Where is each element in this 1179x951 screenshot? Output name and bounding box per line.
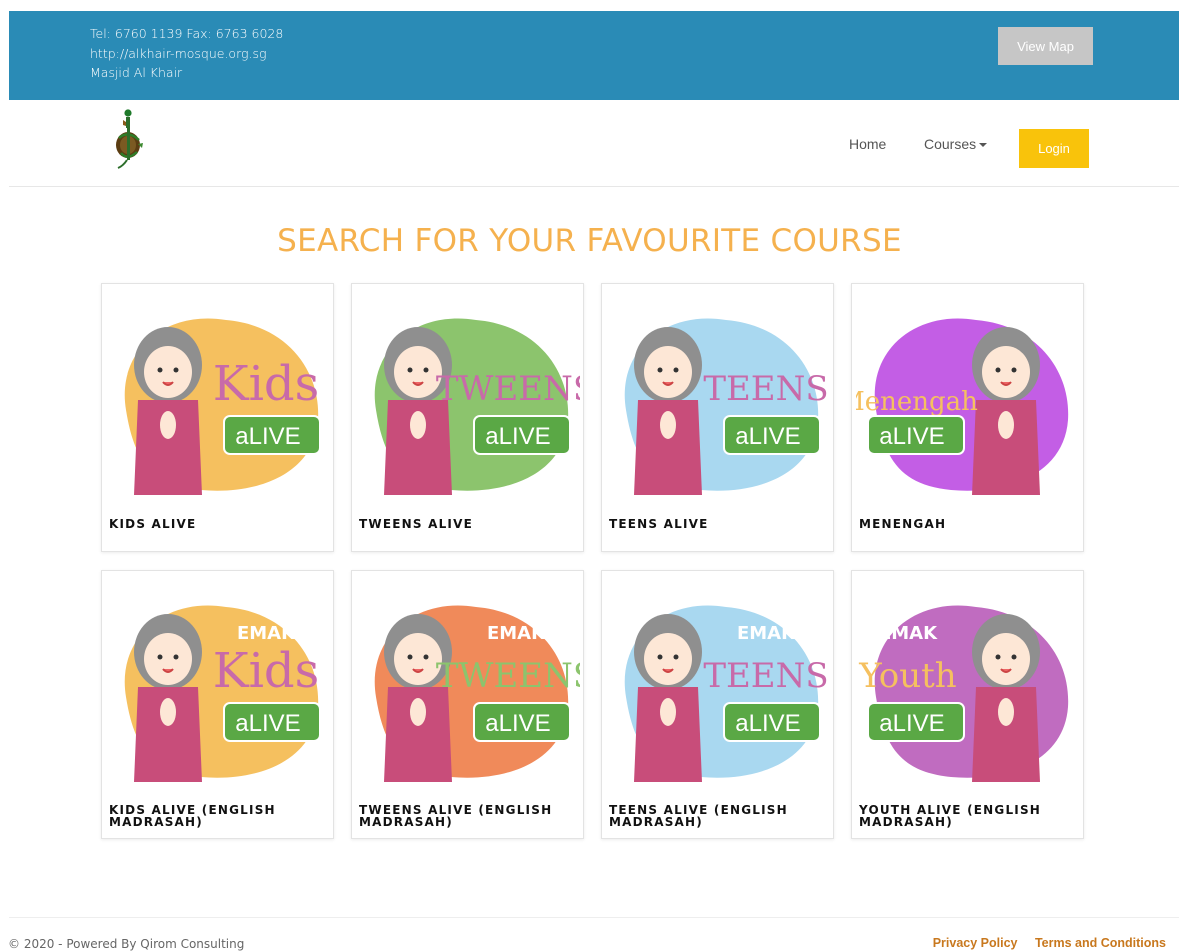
course-title: YOUTH ALIVE (ENGLISH MADRASAH) xyxy=(859,803,1042,829)
course-wordmark: Youth xyxy=(858,656,956,696)
alive-badge-label: aLIVE xyxy=(735,710,800,737)
emak-tag: EMAK xyxy=(237,623,296,644)
main-navbar: Home Courses Login xyxy=(9,100,1179,187)
course-card[interactable]: TWEENS aLIVE TWEENS ALIVE xyxy=(351,283,584,552)
course-wordmark: TWEENS xyxy=(436,369,580,409)
course-card[interactable]: TEENS EMAK aLIVE TEENS ALIVE (ENGLISH MADRA… xyxy=(601,570,834,839)
course-title: TEENS ALIVE xyxy=(609,517,709,531)
footer-links: Privacy Policy Terms and Conditions xyxy=(919,936,1166,950)
course-title: TWEENS ALIVE xyxy=(359,517,473,531)
alive-badge-label: aLIVE xyxy=(485,710,550,737)
contact-info: Tel: 6760 1139 Fax: 6763 6028 http://alk… xyxy=(90,24,283,83)
alive-badge-label: aLIVE xyxy=(235,423,300,450)
nav-home-link[interactable]: Home xyxy=(849,136,886,152)
login-button[interactable]: Login xyxy=(1019,129,1089,168)
alive-badge-label: aLIVE xyxy=(735,423,800,450)
course-wordmark: TEENS xyxy=(703,656,828,696)
emak-tag: EMAK xyxy=(879,623,938,644)
course-card[interactable]: Menengah aLIVE MENENGAH xyxy=(851,283,1084,552)
course-illustration: Menengah aLIVE xyxy=(856,318,1069,495)
course-illustration: TWEENS EMAK aLIVE xyxy=(374,605,580,782)
course-wordmark: Kids xyxy=(213,643,320,699)
course-title: MENENGAH xyxy=(859,517,947,531)
page-heading: SEARCH FOR YOUR FAVOURITE COURSE xyxy=(277,223,902,259)
course-wordmark: TWEENS xyxy=(436,656,580,696)
alive-badge-label: aLIVE xyxy=(235,710,300,737)
course-illustration: TWEENS aLIVE xyxy=(374,318,580,495)
course-wordmark: Menengah xyxy=(856,387,978,417)
course-card[interactable]: Kids EMAK aLIVE KIDS ALIVE (ENGLISH MADRASA… xyxy=(101,570,334,839)
course-illustration: Youth EMAK aLIVE xyxy=(858,605,1069,782)
course-card[interactable]: TWEENS EMAK aLIVE TWEENS ALIVE (ENGLISH MAD… xyxy=(351,570,584,839)
nav-courses-dropdown[interactable]: Courses xyxy=(924,136,988,152)
emak-tag: EMAK xyxy=(487,623,546,644)
mosque-name: Masjid Al Khair xyxy=(90,65,183,80)
course-card[interactable]: Youth EMAK aLIVE YOUTH ALIVE (ENGLISH MADRA… xyxy=(851,570,1084,839)
website-url[interactable]: http://alkhair-mosque.org.sg xyxy=(90,44,283,64)
alive-badge-label: aLIVE xyxy=(485,423,550,450)
course-title: TWEENS ALIVE (ENGLISH MADRASAH) xyxy=(359,803,553,829)
privacy-policy-link[interactable]: Privacy Policy xyxy=(933,936,1018,950)
view-map-button[interactable]: View Map xyxy=(998,27,1093,65)
emak-tag: EMAK xyxy=(737,623,796,644)
mosque-logo[interactable] xyxy=(113,108,145,170)
course-card[interactable]: TEENS aLIVE TEENS ALIVE xyxy=(601,283,834,552)
course-illustration: TEENS EMAK aLIVE xyxy=(624,605,829,782)
terms-link[interactable]: Terms and Conditions xyxy=(1035,936,1166,950)
top-contact-bar: Tel: 6760 1139 Fax: 6763 6028 http://alk… xyxy=(9,11,1179,100)
course-wordmark: Kids xyxy=(213,356,320,412)
course-title: KIDS ALIVE xyxy=(109,517,197,531)
alive-badge-label: aLIVE xyxy=(879,423,944,450)
footer-copyright: © 2020 - Powered By Qirom Consulting xyxy=(8,937,245,951)
caret-down-icon xyxy=(979,143,988,148)
phone-fax-text: Tel: 6760 1139 Fax: 6763 6028 xyxy=(90,26,284,41)
course-illustration: KidsEMAK aLIVE xyxy=(124,605,321,782)
footer-divider xyxy=(9,917,1179,918)
course-illustration: Kids aLIVE xyxy=(124,318,321,495)
course-title: KIDS ALIVE (ENGLISH MADRASAH) xyxy=(109,803,276,829)
nav-courses-label: Courses xyxy=(924,136,977,152)
course-title: TEENS ALIVE (ENGLISH MADRASAH) xyxy=(609,803,788,829)
course-wordmark: TEENS xyxy=(703,369,828,409)
course-illustration: TEENS aLIVE xyxy=(624,318,829,495)
alive-badge-label: aLIVE xyxy=(879,710,944,737)
course-card[interactable]: Kids aLIVE KIDS ALIVE xyxy=(101,283,334,552)
